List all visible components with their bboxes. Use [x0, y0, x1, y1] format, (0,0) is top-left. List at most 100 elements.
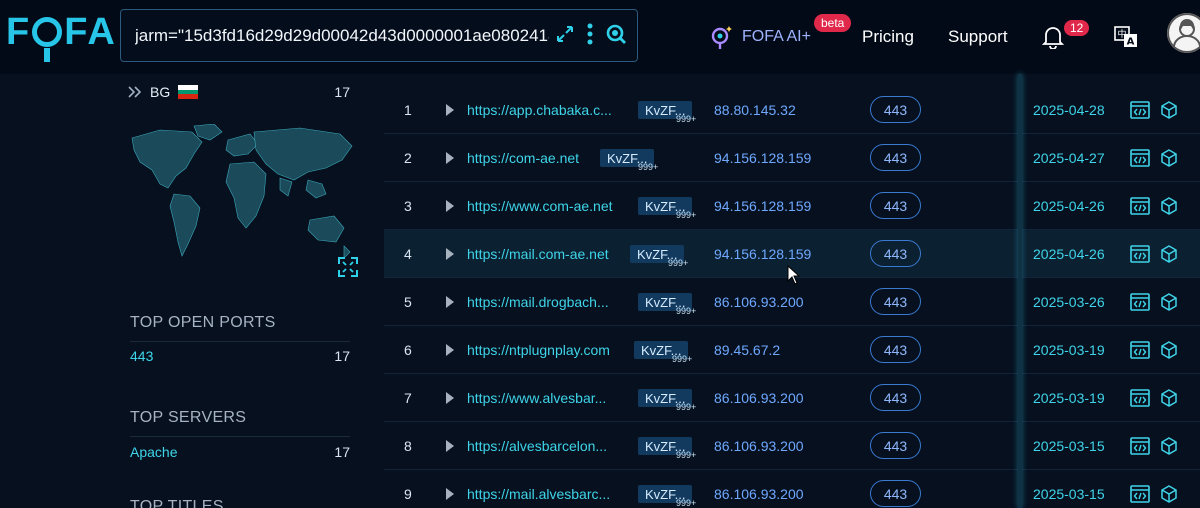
notification-count: 12 [1064, 20, 1090, 36]
expand-caret-icon[interactable] [446, 230, 456, 278]
notifications-button[interactable] [1042, 0, 1064, 74]
table-row[interactable]: 3 https://www.com-ae.net KvZF... 999+ 94.156… [384, 182, 1200, 230]
row-ip-link[interactable]: 86.106.93.200 [714, 374, 804, 422]
top-servers-title: TOP SERVERS [130, 409, 247, 426]
row-date: 2025-03-19 [1033, 342, 1105, 358]
search-box[interactable]: jarm="15d3fd16d29d29d00042d43d0000001ae0… [120, 9, 638, 62]
cube-icon[interactable] [1160, 422, 1178, 470]
row-ip-link[interactable]: 94.156.128.159 [714, 182, 811, 230]
jarm-chip-count: 999+ [676, 498, 697, 508]
row-url-link[interactable]: https://ntplugnplay.com [467, 326, 610, 374]
row-date: 2025-04-26 [1033, 198, 1105, 214]
country-code: BG [150, 84, 171, 100]
row-port-badge[interactable]: 443 [870, 336, 921, 363]
code-view-icon[interactable] [1130, 326, 1150, 374]
fullscreen-icon[interactable] [337, 256, 359, 283]
row-port-badge[interactable]: 443 [870, 432, 921, 459]
row-port-badge[interactable]: 443 [870, 240, 921, 267]
expand-caret-icon[interactable] [446, 134, 456, 182]
expand-caret-icon[interactable] [446, 470, 456, 508]
row-url-link[interactable]: https://com-ae.net [467, 134, 579, 182]
bulgaria-flag-icon [178, 85, 199, 100]
row-url-link[interactable]: https://mail.alvesbarc... [467, 470, 610, 508]
cube-icon[interactable] [1160, 134, 1178, 182]
code-view-icon[interactable] [1130, 182, 1150, 230]
row-number: 9 [404, 486, 412, 502]
row-number: 7 [404, 390, 412, 406]
code-view-icon[interactable] [1130, 470, 1150, 508]
row-url-link[interactable]: https://mail.drogbach... [467, 278, 609, 326]
row-url-link[interactable]: https://mail.com-ae.net [467, 230, 609, 278]
row-url-link[interactable]: https://www.alvesbar... [467, 374, 606, 422]
fofa-ai-link[interactable]: FOFA AI+ [710, 0, 811, 74]
row-number: 6 [404, 342, 412, 358]
results-table: 1 https://app.chabaka.c... KvZF... 999+ 88.8… [384, 86, 1200, 508]
expand-icon[interactable] [555, 24, 575, 44]
mouse-cursor-icon [787, 264, 801, 290]
double-chevron-right-icon [128, 86, 142, 98]
beta-badge: beta [814, 14, 852, 32]
row-port-badge[interactable]: 443 [870, 480, 921, 507]
expand-caret-icon[interactable] [446, 182, 456, 230]
row-port-badge[interactable]: 443 [870, 288, 921, 315]
table-row[interactable]: 8 https://alvesbarcelon... KvZF... 999+ 86.1… [384, 422, 1200, 470]
row-ip-link[interactable]: 94.156.128.159 [714, 134, 811, 182]
row-url-link[interactable]: https://alvesbarcelon... [467, 422, 607, 470]
row-port-badge[interactable]: 443 [870, 144, 921, 171]
bell-icon [1042, 25, 1064, 49]
pricing-link[interactable]: Pricing [862, 0, 914, 74]
table-row[interactable]: 6 https://ntplugnplay.com KvZF... 999+ 89.45… [384, 326, 1200, 374]
cube-icon[interactable] [1160, 278, 1178, 326]
row-number: 8 [404, 438, 412, 454]
cube-icon[interactable] [1160, 182, 1178, 230]
expand-caret-icon[interactable] [446, 326, 456, 374]
server-row[interactable]: Apache 17 [130, 444, 350, 460]
row-date: 2025-03-19 [1033, 390, 1105, 406]
row-date: 2025-04-26 [1033, 246, 1105, 262]
code-view-icon[interactable] [1130, 374, 1150, 422]
cube-icon[interactable] [1160, 470, 1178, 508]
row-ip-link[interactable]: 88.80.145.32 [714, 86, 796, 134]
row-port-badge[interactable]: 443 [870, 192, 921, 219]
ai-icon [710, 24, 734, 50]
cube-icon[interactable] [1160, 326, 1178, 374]
table-row[interactable]: 2 https://com-ae.net KvZF... 999+ 94.156.128… [384, 134, 1200, 182]
column-divider [1018, 74, 1022, 508]
avatar-icon [1167, 13, 1200, 53]
language-button[interactable]: 中A [1114, 0, 1138, 74]
row-url-link[interactable]: https://app.chabaka.c... [467, 86, 612, 134]
row-ip-link[interactable]: 86.106.93.200 [714, 470, 804, 508]
support-link[interactable]: Support [948, 0, 1008, 74]
port-row[interactable]: 443 17 [130, 348, 350, 364]
expand-caret-icon[interactable] [446, 278, 456, 326]
code-view-icon[interactable] [1130, 86, 1150, 134]
table-row[interactable]: 7 https://www.alvesbar... KvZF... 999+ 86.10… [384, 374, 1200, 422]
avatar[interactable] [1167, 13, 1200, 53]
code-view-icon[interactable] [1130, 134, 1150, 182]
row-date: 2025-03-15 [1033, 438, 1105, 454]
cube-icon[interactable] [1160, 86, 1178, 134]
table-row[interactable]: 1 https://app.chabaka.c... KvZF... 999+ 88.8… [384, 86, 1200, 134]
country-row[interactable]: BG 17 [128, 82, 350, 102]
fofa-logo[interactable]: F FA [6, 10, 117, 62]
row-port-badge[interactable]: 443 [870, 384, 921, 411]
code-view-icon[interactable] [1130, 230, 1150, 278]
more-vert-icon[interactable] [587, 23, 593, 45]
expand-caret-icon[interactable] [446, 86, 456, 134]
code-view-icon[interactable] [1130, 422, 1150, 470]
country-count: 17 [334, 84, 350, 100]
search-input[interactable]: jarm="15d3fd16d29d29d00042d43d0000001ae0… [135, 26, 549, 46]
row-url-link[interactable]: https://www.com-ae.net [467, 182, 613, 230]
row-ip-link[interactable]: 86.106.93.200 [714, 422, 804, 470]
row-date: 2025-03-15 [1033, 486, 1105, 502]
row-port-badge[interactable]: 443 [870, 96, 921, 123]
code-view-icon[interactable] [1130, 278, 1150, 326]
table-row[interactable]: 9 https://mail.alvesbarc... KvZF... 999+ 86.… [384, 470, 1200, 508]
cube-icon[interactable] [1160, 374, 1178, 422]
expand-caret-icon[interactable] [446, 374, 456, 422]
cube-icon[interactable] [1160, 230, 1178, 278]
search-icon[interactable] [605, 23, 627, 45]
expand-caret-icon[interactable] [446, 422, 456, 470]
row-ip-link[interactable]: 89.45.67.2 [714, 326, 780, 374]
top-open-ports-title: TOP OPEN PORTS [130, 314, 276, 331]
